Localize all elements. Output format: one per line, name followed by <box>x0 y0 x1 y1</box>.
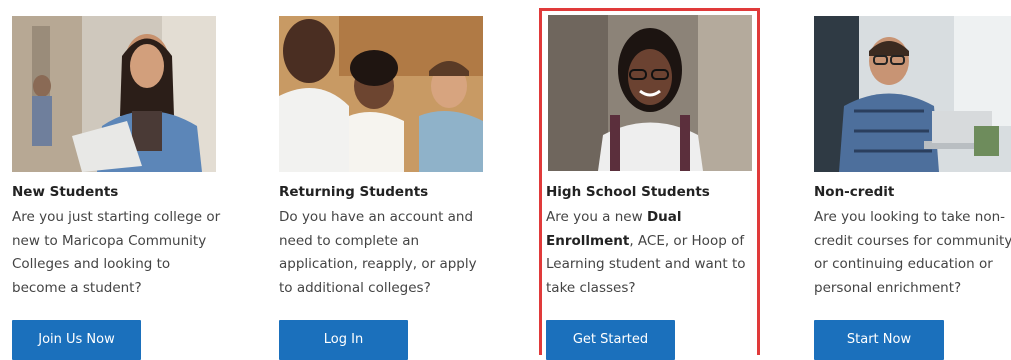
high-school-student-photo <box>548 15 752 171</box>
join-us-now-button[interactable]: Join Us Now <box>12 320 141 360</box>
log-in-button[interactable]: Log In <box>279 320 408 360</box>
card-description: Are you looking to take non-credit cours… <box>814 209 1011 296</box>
card-description: Are you a new Dual Enrollment, ACE, or H… <box>546 206 758 300</box>
card-title: Non-credit <box>814 184 895 200</box>
card-returning-students: Returning Students Do you have an accoun… <box>279 0 494 360</box>
student-with-papers-photo <box>12 16 216 172</box>
card-description: Do you have an account and need to compl… <box>279 209 477 296</box>
students-talking-photo <box>279 16 483 172</box>
card-new-students: New Students Are you just starting colle… <box>12 0 227 360</box>
card-high-school-students: High School Students Are you a new Dual … <box>546 0 761 360</box>
card-description: Are you just starting college or new to … <box>12 209 221 296</box>
card-non-credit: Non-credit Are you looking to take non-c… <box>814 0 1011 360</box>
adult-learner-laptop-photo <box>814 16 1011 172</box>
card-title: Returning Students <box>279 184 429 200</box>
get-started-button[interactable]: Get Started <box>546 320 675 360</box>
description-text: Are you a new <box>546 209 647 225</box>
start-now-button[interactable]: Start Now <box>814 320 944 360</box>
card-title: High School Students <box>546 184 710 200</box>
card-title: New Students <box>12 184 119 200</box>
